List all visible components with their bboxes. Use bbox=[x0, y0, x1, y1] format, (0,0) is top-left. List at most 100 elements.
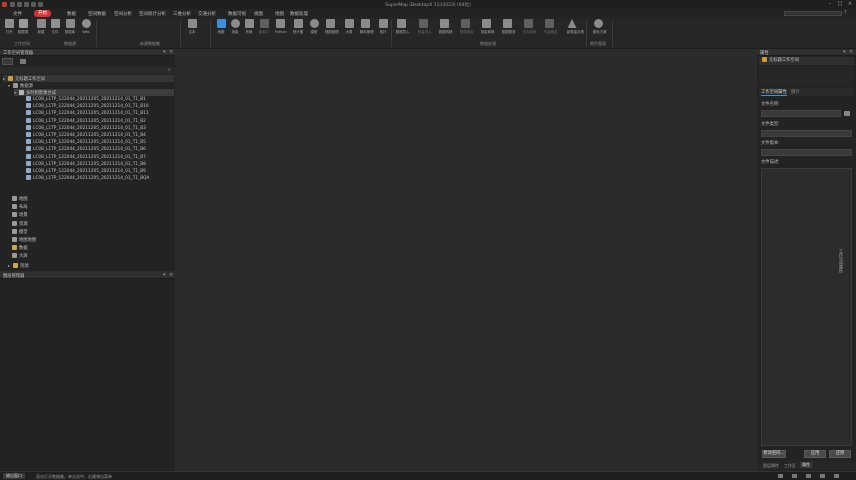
menu-spatial-stats[interactable]: 空间统计分析 bbox=[139, 11, 166, 17]
minimize-icon[interactable]: – bbox=[826, 2, 834, 7]
dataset-item[interactable]: LC08_L1TP_122044_20211205_20211214_01_T1… bbox=[26, 168, 146, 175]
dataset-item[interactable]: LC08_L1TP_122044_20211205_20211214_01_T1… bbox=[26, 146, 146, 153]
panel-close-icon[interactable]: × bbox=[169, 272, 173, 278]
data-import-button[interactable]: 数据导入 bbox=[395, 19, 410, 35]
dataset-item[interactable]: LC08_L1TP_122044_20211205_20211214_01_T1… bbox=[26, 160, 146, 168]
menu-map[interactable]: 地图 bbox=[275, 11, 284, 17]
file-button[interactable]: 文件 bbox=[49, 19, 61, 35]
tray-icon[interactable] bbox=[806, 474, 811, 478]
coord-convert-button[interactable]: 坐标转换 bbox=[522, 19, 537, 35]
model-button[interactable]: 模型 bbox=[308, 19, 320, 35]
new-button[interactable]: 新建 bbox=[35, 19, 47, 35]
workspace-node[interactable]: 资源 bbox=[12, 220, 28, 228]
edit-icon[interactable] bbox=[844, 111, 850, 116]
script-manager-button[interactable]: 脚本管理 bbox=[359, 19, 374, 35]
tab-statistics[interactable]: 统计 bbox=[791, 89, 800, 95]
dataset-item[interactable]: LC08_L1TP_122044_20211205_20211214_01_T1… bbox=[26, 117, 146, 125]
tab-properties[interactable]: 属性 bbox=[800, 462, 812, 468]
map-button[interactable]: 地图 bbox=[215, 19, 227, 35]
pyramid-button[interactable]: 影像金字塔 bbox=[566, 19, 584, 35]
file-type-field[interactable] bbox=[761, 130, 852, 137]
workspace-node[interactable]: 地图 bbox=[12, 196, 28, 203]
dataset-item[interactable]: LC08_L1TP_122044_20211205_20211214_01_T1… bbox=[26, 139, 146, 146]
dataset-item[interactable]: LC08_L1TP_122044_20211205_20211214_01_T1… bbox=[26, 132, 146, 139]
search-input[interactable] bbox=[784, 11, 842, 16]
menu-spatial-analysis[interactable]: 空间分析 bbox=[114, 11, 132, 17]
workspace-view-icon[interactable] bbox=[2, 58, 13, 65]
panel-close-icon[interactable]: × bbox=[849, 49, 853, 55]
data-convert-button[interactable]: 数据转换 bbox=[438, 19, 453, 35]
menu-data[interactable]: 数据 bbox=[67, 11, 76, 17]
new-window-button[interactable]: 新窗口 bbox=[258, 19, 270, 35]
data-fusion-button[interactable]: 数据融合 bbox=[459, 19, 474, 35]
menu-spatial-data[interactable]: 空间数据 bbox=[88, 11, 106, 17]
dashboard-button[interactable]: 大屏 bbox=[343, 19, 355, 35]
web-button[interactable]: Web bbox=[80, 19, 92, 34]
text-button[interactable]: 文本 bbox=[186, 19, 198, 35]
dataset-label: LC08_L1TP_122044_20211205_20211214_01_T1… bbox=[33, 169, 146, 174]
layout-button[interactable]: 布局 bbox=[243, 19, 255, 35]
dataset-item[interactable]: LC08_L1TP_122044_20211205_20211214_01_T1… bbox=[26, 124, 146, 132]
tab-workarea[interactable]: 工作区 bbox=[784, 463, 796, 469]
file-version-field[interactable] bbox=[761, 149, 852, 156]
menu-data-processing[interactable]: 数据处理 bbox=[290, 11, 308, 17]
database-button[interactable]: 数据库 bbox=[64, 19, 76, 35]
color-scheme-button[interactable]: 颜色方案 bbox=[592, 19, 607, 35]
tree-datasource[interactable]: ▾ 多时相影像合成 bbox=[14, 89, 174, 96]
folder-icon[interactable] bbox=[20, 59, 26, 64]
workspace-node[interactable]: 布局 bbox=[12, 204, 28, 211]
tree-root[interactable]: ▸ 无标题工作空间 bbox=[3, 75, 174, 82]
change-password-button[interactable]: 修改密码... bbox=[762, 450, 786, 458]
pin-icon[interactable]: ▾ bbox=[843, 49, 846, 55]
dataset-item[interactable]: LC08_L1TP_122044_20211205_20211214_01_T1… bbox=[26, 96, 146, 103]
dataset-item[interactable]: LC08_L1TP_122044_20211205_20211214_01_T1… bbox=[26, 110, 149, 117]
open-button[interactable]: 打开 bbox=[3, 19, 15, 35]
side-collapsed-label[interactable]: 工作空间属性 bbox=[836, 249, 844, 309]
datasource-button[interactable]: 数据源 bbox=[17, 19, 29, 35]
python-button[interactable]: Python bbox=[274, 19, 287, 34]
pin-icon[interactable]: ▾ bbox=[163, 272, 166, 278]
tab-layer-properties[interactable]: 图层属性 bbox=[763, 463, 779, 469]
chart-button[interactable]: 统计图 bbox=[292, 19, 304, 35]
tree-datasources[interactable]: ▾ 数据源 bbox=[8, 82, 33, 89]
tray-icon[interactable] bbox=[834, 474, 839, 478]
projection-button[interactable]: 投影转换 bbox=[480, 19, 495, 35]
close-icon[interactable]: × bbox=[846, 2, 854, 7]
apply-button[interactable]: 应用 bbox=[804, 450, 826, 458]
menu-traffic[interactable]: 交通分析 bbox=[198, 11, 216, 17]
pin-icon[interactable]: ▾ bbox=[163, 49, 166, 55]
workspace-node[interactable]: 地图地图 bbox=[12, 237, 36, 244]
group-separator bbox=[180, 20, 181, 47]
workspace-node[interactable]: ▸ 资源 bbox=[8, 262, 29, 269]
tray-icon[interactable] bbox=[778, 474, 783, 478]
group-separator bbox=[96, 20, 97, 47]
workspace-node[interactable]: 场景 bbox=[12, 212, 28, 219]
batch-import-button[interactable]: 批量导入 bbox=[417, 19, 432, 35]
scene-button[interactable]: 场景 bbox=[229, 19, 241, 35]
registration-button[interactable]: 数据配准 bbox=[501, 19, 516, 35]
menu-file[interactable]: 文件 bbox=[13, 11, 22, 17]
workspace-node[interactable]: 大屏 bbox=[12, 253, 28, 260]
workspace-node[interactable]: 数据 bbox=[12, 245, 28, 252]
dataset-item[interactable]: LC08_L1TP_122044_20211205_20211214_01_T1… bbox=[26, 103, 149, 110]
view-manager-button[interactable]: 视图管理 bbox=[324, 19, 339, 35]
menu-visual[interactable]: 数据可视 bbox=[228, 11, 246, 17]
menu-view[interactable]: 视图 bbox=[254, 11, 263, 17]
dataset-item[interactable]: LC08_L1TP_122044_20211205_20211214_01_T1… bbox=[26, 175, 149, 182]
panel-close-icon[interactable]: × bbox=[169, 49, 173, 55]
output-window-tab[interactable]: 输出窗口 bbox=[3, 473, 25, 479]
help-icon[interactable]: ? bbox=[844, 10, 847, 16]
maximize-icon[interactable]: □ bbox=[836, 2, 844, 7]
search-icon[interactable]: ⌕ bbox=[168, 67, 171, 73]
tray-icon[interactable] bbox=[792, 474, 797, 478]
file-name-field[interactable] bbox=[761, 110, 841, 117]
menu-start[interactable]: 开始 bbox=[34, 10, 51, 17]
topology-button[interactable]: 拓扑 bbox=[377, 19, 389, 35]
vector-clip-button[interactable]: 矢量裁剪 bbox=[543, 19, 558, 35]
workspace-node[interactable]: 模型 bbox=[12, 228, 28, 236]
revert-button[interactable]: 还原 bbox=[829, 450, 851, 458]
dataset-item[interactable]: LC08_L1TP_122044_20211205_20211214_01_T1… bbox=[26, 153, 146, 161]
menu-3d-analysis[interactable]: 三维分析 bbox=[173, 11, 191, 17]
tab-workspace-properties[interactable]: 工作空间属性 bbox=[761, 89, 787, 96]
tray-icon[interactable] bbox=[820, 474, 825, 478]
